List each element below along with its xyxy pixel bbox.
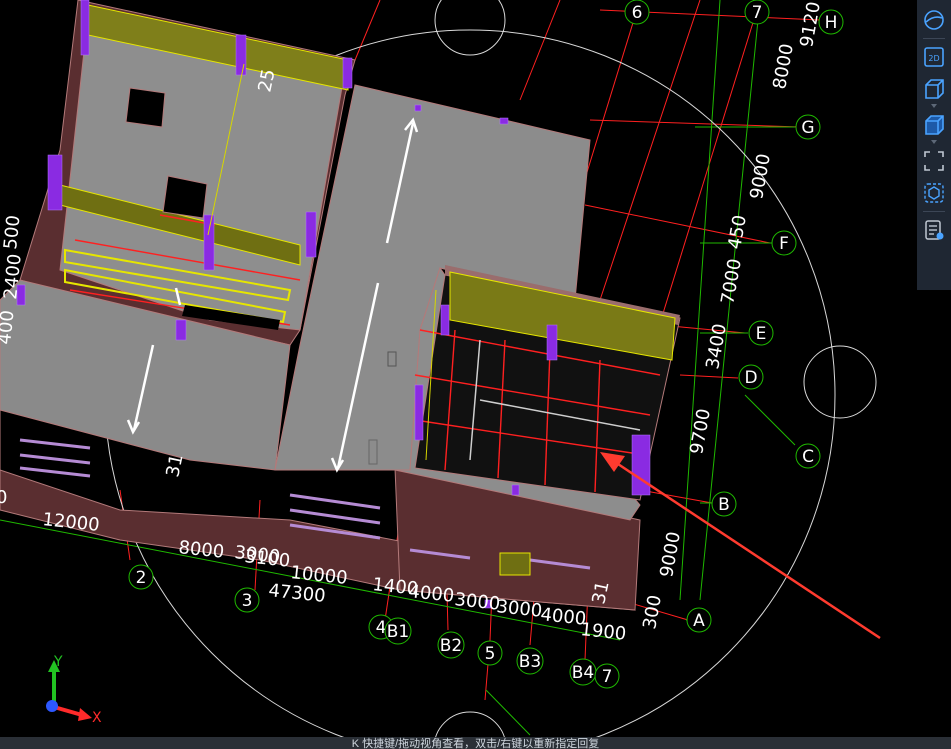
grid-bubble-H: H <box>818 9 844 35</box>
svg-text:6: 6 <box>632 3 643 23</box>
wireframe-box-icon[interactable] <box>920 75 948 103</box>
dim-3000-b: 3000 <box>453 589 501 615</box>
svg-text:4: 4 <box>376 618 387 638</box>
chevron-down-icon[interactable] <box>931 104 937 108</box>
dim-9000-top: 9000 <box>746 152 775 201</box>
toolbar-divider <box>923 211 945 212</box>
grid-bubble-3: 3 <box>234 587 260 613</box>
dim-9000-right: 9000 <box>656 530 685 579</box>
svg-text:F: F <box>779 234 789 254</box>
bim-viewport[interactable]: 25 31 31 0 12000 8000 3000 3100 10000 47… <box>0 0 951 749</box>
toolbar-divider <box>923 38 945 39</box>
svg-text:B3: B3 <box>519 652 541 672</box>
dim-8000-top: 8000 <box>769 42 798 91</box>
grid-bubble-G: G <box>795 114 821 140</box>
view-toolbar: 2D <box>917 0 951 290</box>
grid-bubble-5: 5 <box>477 640 503 666</box>
dim-450: 450 <box>724 213 751 250</box>
svg-text:2: 2 <box>136 568 147 588</box>
status-bar: K 快捷键/拖动视角查看，双击/右键以重新指定回复 <box>0 737 951 749</box>
dim-31-a: 31 <box>162 452 187 479</box>
3d-model-view[interactable]: 25 31 31 0 12000 8000 3000 3100 10000 47… <box>0 0 951 749</box>
grid-bubble-B4: B4 <box>569 658 597 686</box>
dim-7000: 7000 <box>717 257 746 306</box>
grid-bubble-6: 6 <box>624 0 650 25</box>
orbit-icon[interactable] <box>920 6 948 34</box>
svg-text:B1: B1 <box>387 622 409 642</box>
grid-bubble-7-bottom: 7 <box>594 663 620 689</box>
grid-bubble-7-top: 7 <box>744 0 770 25</box>
svg-text:E: E <box>756 324 767 344</box>
grid-bubble-E: E <box>748 320 774 346</box>
svg-text:G: G <box>801 118 814 138</box>
properties-panel-icon[interactable] <box>920 216 948 244</box>
grid-bubble-2: 2 <box>128 564 154 590</box>
grid-bubble-C: C <box>795 443 821 469</box>
svg-text:D: D <box>744 368 757 388</box>
grid-bubble-A: A <box>686 607 712 633</box>
dim-3100: 3100 <box>243 546 291 572</box>
dim-left-0: 0 <box>0 487 7 508</box>
dim-8000: 8000 <box>177 537 225 563</box>
axis-triad: Y X <box>46 654 102 724</box>
building-model[interactable] <box>0 0 681 611</box>
svg-text:7: 7 <box>602 667 613 687</box>
grid-bubble-D: D <box>738 364 764 390</box>
grid-bubble-F: F <box>771 230 797 256</box>
solid-box-icon[interactable] <box>920 111 948 139</box>
dim-left-500: 500 <box>0 214 24 250</box>
dim-300-bottom: 300 <box>639 593 666 630</box>
view-2d-icon[interactable]: 2D <box>920 43 948 71</box>
dim-1900: 1900 <box>579 619 627 645</box>
axis-y-label: Y <box>53 654 63 670</box>
view-2d-label: 2D <box>928 54 939 63</box>
svg-text:H: H <box>825 13 838 33</box>
chevron-down-icon[interactable] <box>931 140 937 144</box>
select-box-icon[interactable] <box>920 179 948 207</box>
grid-bubble-B1: B1 <box>384 617 412 645</box>
svg-text:B4: B4 <box>572 663 594 683</box>
axis-x-label: X <box>92 710 102 724</box>
fit-view-icon[interactable] <box>920 147 948 175</box>
grid-bubble-B: B <box>711 491 737 517</box>
svg-text:5: 5 <box>485 644 496 664</box>
dim-3000-c: 3000 <box>495 596 543 622</box>
grid-bubble-B2: B2 <box>437 631 465 659</box>
dim-9700: 9700 <box>686 407 715 456</box>
grid-bubble-B3: B3 <box>516 647 544 675</box>
svg-text:B2: B2 <box>440 636 462 656</box>
svg-text:C: C <box>802 447 814 467</box>
status-text: K 快捷键/拖动视角查看，双击/右键以重新指定回复 <box>351 738 600 749</box>
svg-text:3: 3 <box>242 591 253 611</box>
dim-4000-a: 4000 <box>407 581 455 607</box>
svg-text:B: B <box>718 495 730 515</box>
svg-text:A: A <box>693 611 705 631</box>
svg-text:7: 7 <box>752 3 763 23</box>
